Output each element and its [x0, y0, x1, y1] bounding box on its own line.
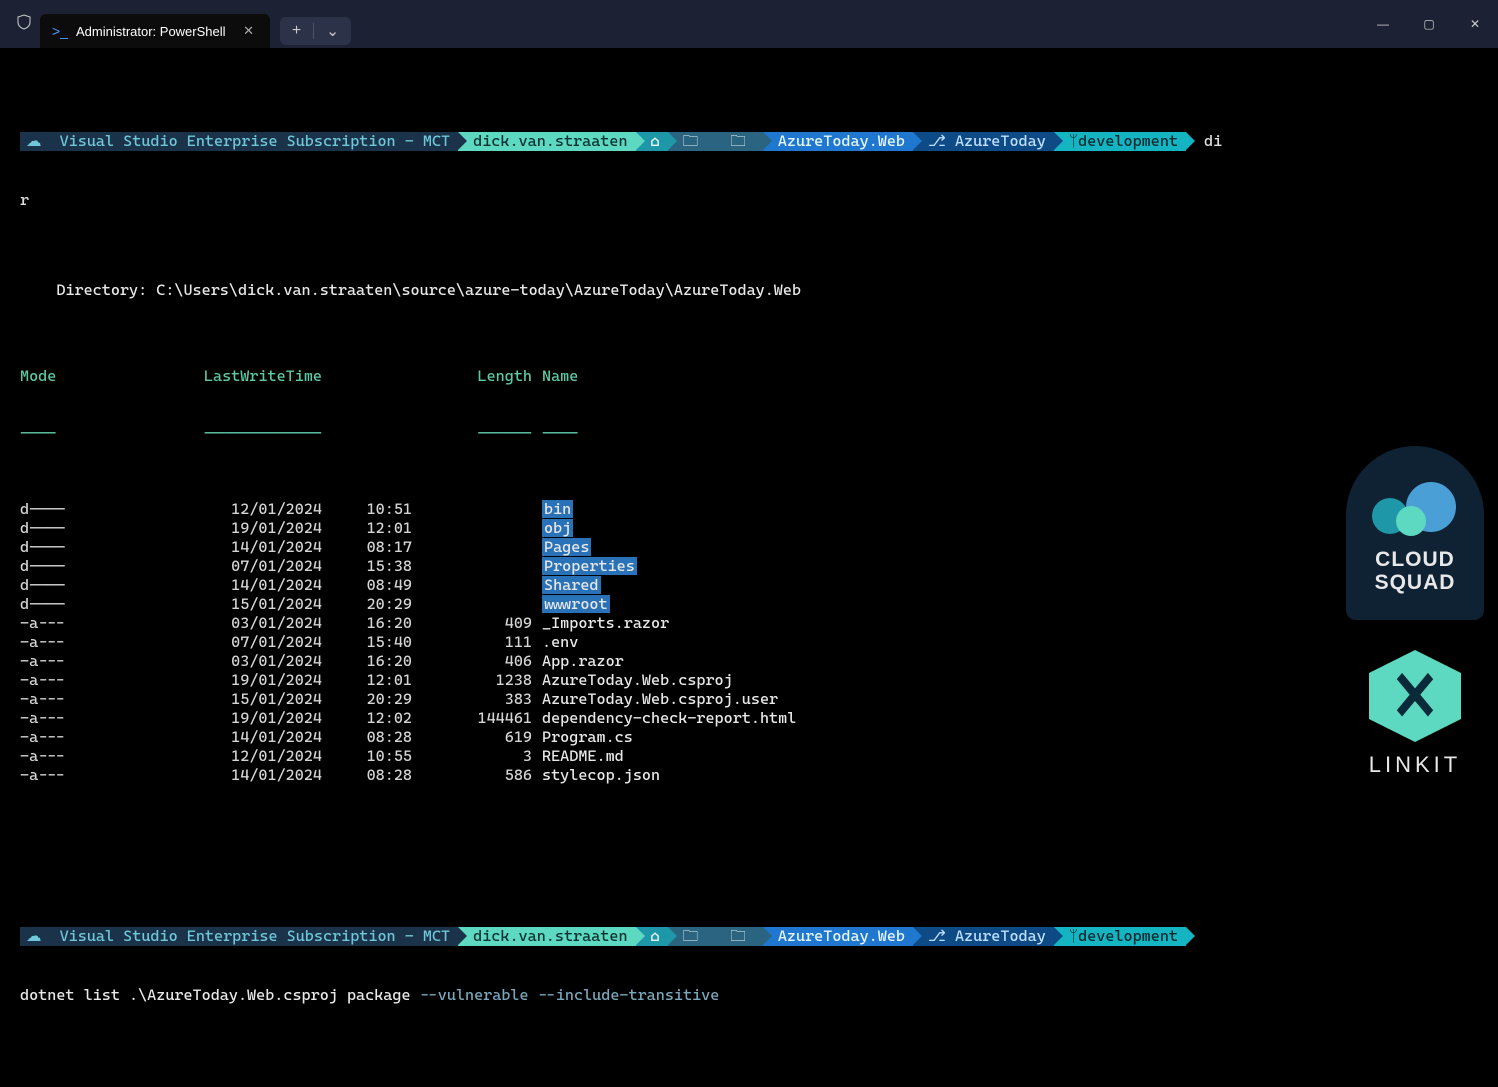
titlebar: >_ Administrator: PowerShell ✕ + ⌄ — ▢ ✕ [0, 0, 1498, 48]
table-row: -a---19/01/202412:02144461dependency-che… [20, 709, 1478, 728]
terminal-body[interactable]: ☁ Visual Studio Enterprise Subscription … [0, 48, 1498, 1087]
prompt-repo: AzureToday [913, 132, 1054, 151]
prompt-branch: development [1054, 132, 1186, 151]
file-name: .env [532, 633, 578, 652]
directory-name: Pages [542, 538, 591, 556]
table-row: -a---15/01/202420:29383AzureToday.Web.cs… [20, 690, 1478, 709]
command-wrap: r [20, 191, 1478, 210]
folder-icon [674, 132, 699, 151]
hexagon-icon: ✕ [1369, 650, 1461, 742]
prompt-row: ☁ Visual Studio Enterprise Subscription … [20, 927, 1478, 946]
prompt-repo: AzureToday [913, 927, 1054, 946]
directory-name: wwwroot [542, 595, 610, 613]
file-name: Program.cs [532, 728, 633, 747]
table-row: -a---14/01/202408:28619Program.cs [20, 728, 1478, 747]
prompt-user: dick.van.straaten [458, 927, 635, 946]
prompt-user: dick.van.straaten [458, 132, 635, 151]
folder-icon [721, 927, 746, 946]
file-name: AzureToday.Web.csproj [532, 671, 733, 690]
file-name: dependency-check-report.html [532, 709, 796, 728]
prompt-project-folder: AzureToday.Web [763, 927, 913, 946]
divider [313, 23, 314, 39]
close-tab-icon[interactable]: ✕ [237, 21, 260, 41]
table-row: d----15/01/202420:29wwwroot [20, 595, 1478, 614]
tab-title: Administrator: PowerShell [76, 24, 226, 39]
table-row: d----19/01/202412:01obj [20, 519, 1478, 538]
directory-name: Properties [542, 557, 637, 575]
file-name: stylecop.json [532, 766, 660, 785]
table-row: d----14/01/202408:17Pages [20, 538, 1478, 557]
table-row: d----12/01/202410:51bin [20, 500, 1478, 519]
prompt-subscription: ☁ Visual Studio Enterprise Subscription … [20, 132, 458, 151]
file-name: App.razor [532, 652, 624, 671]
minimize-button[interactable]: — [1360, 4, 1406, 44]
table-row: -a---12/01/202410:553README.md [20, 747, 1478, 766]
file-name: _Imports.razor [532, 614, 669, 633]
git-icon [919, 927, 946, 946]
folder-icon [674, 927, 699, 946]
table-row: -a---03/01/202416:20406App.razor [20, 652, 1478, 671]
terminal-tab[interactable]: >_ Administrator: PowerShell ✕ [40, 14, 270, 48]
table-row: -a---03/01/202416:20409_Imports.razor [20, 614, 1478, 633]
cloud-squad-logo: CLOUDSQUAD [1346, 446, 1484, 620]
window-controls: — ▢ ✕ [1360, 4, 1498, 44]
directory-header: Directory: C:\Users\dick.van.straaten\so… [20, 281, 1478, 300]
directory-name: Shared [542, 576, 601, 594]
table-row: d----07/01/202415:38Properties [20, 557, 1478, 576]
file-name: README.md [532, 747, 624, 766]
tab-dropdown-button[interactable]: ⌄ [318, 20, 347, 43]
cloud-icon [1370, 480, 1460, 536]
new-tab-group: + ⌄ [280, 17, 351, 45]
prompt-project-folder: AzureToday.Web [763, 132, 913, 151]
shield-icon [8, 10, 40, 38]
table-row: d----14/01/202408:49Shared [20, 576, 1478, 595]
listing-header-dashes: --------------------------- [20, 424, 1478, 443]
file-name: AzureToday.Web.csproj.user [532, 690, 778, 709]
table-row: -a---14/01/202408:28586stylecop.json [20, 766, 1478, 785]
maximize-button[interactable]: ▢ [1406, 4, 1452, 44]
close-window-button[interactable]: ✕ [1452, 4, 1498, 44]
command-line-2: dotnet list .\AzureToday.Web.csproj pack… [20, 986, 1478, 1005]
prompt-row: ☁ Visual Studio Enterprise Subscription … [20, 132, 1478, 151]
new-tab-button[interactable]: + [284, 20, 309, 42]
watermark-logos: CLOUDSQUAD ✕ LINKIT [1332, 426, 1498, 792]
prompt-branch: development [1054, 927, 1186, 946]
git-icon [919, 132, 946, 151]
powershell-icon: >_ [52, 23, 68, 39]
linkit-logo: ✕ LINKIT [1369, 650, 1461, 778]
directory-name: bin [542, 500, 573, 518]
listing-rows: d----12/01/202410:51bind----19/01/202412… [20, 500, 1478, 785]
table-row: -a---07/01/202415:40111.env [20, 633, 1478, 652]
folder-icon [721, 132, 746, 151]
listing-header: ModeLastWriteTimeLengthName [20, 367, 1478, 386]
directory-name: obj [542, 519, 573, 537]
prompt-subscription: ☁ Visual Studio Enterprise Subscription … [20, 927, 458, 946]
table-row: -a---19/01/202412:011238AzureToday.Web.c… [20, 671, 1478, 690]
